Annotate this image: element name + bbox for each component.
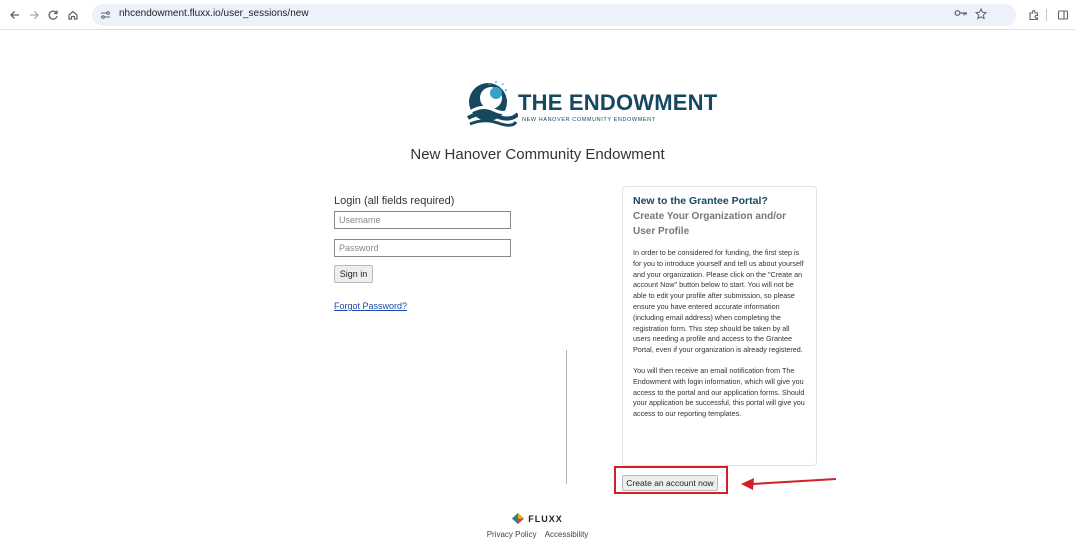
panel-paragraph-1: In order to be considered for funding, t… [633, 248, 804, 355]
logo-title: THE ENDOWMENT [518, 90, 718, 115]
logo-subtitle: NEW HANOVER COMMUNITY ENDOWMENT [522, 117, 656, 123]
annotation-arrow-icon [741, 478, 837, 490]
login-heading: Login (all fields required) [334, 195, 455, 207]
password-input[interactable] [334, 239, 511, 257]
forgot-password-link[interactable]: Forgot Password? [334, 301, 407, 311]
forward-arrow-icon[interactable] [25, 6, 43, 24]
username-input[interactable] [334, 211, 511, 229]
star-icon[interactable] [974, 7, 988, 23]
create-account-button[interactable]: Create an account now [622, 475, 718, 491]
wave-sun-logo-icon [467, 81, 518, 127]
url-text[interactable]: nhcendowment.fluxx.io/user_sessions/new [119, 8, 309, 19]
key-icon[interactable] [954, 8, 968, 21]
vertical-divider [566, 350, 567, 484]
toolbar-separator [1046, 9, 1047, 21]
new-user-panel: New to the Grantee Portal? Create Your O… [622, 186, 817, 466]
side-panel-icon[interactable] [1054, 6, 1072, 24]
endowment-logo: THE ENDOWMENT NEW HANOVER COMMUNITY ENDO… [458, 80, 717, 134]
privacy-policy-link[interactable]: Privacy Policy [487, 530, 537, 539]
tune-icon[interactable] [98, 8, 112, 22]
browser-toolbar: nhcendowment.fluxx.io/user_sessions/new [0, 0, 1075, 30]
accessibility-link[interactable]: Accessibility [545, 530, 589, 539]
fluxx-logo-icon [512, 513, 525, 524]
fluxx-brand: FLUXX [0, 513, 1075, 524]
fluxx-name: FLUXX [528, 513, 563, 524]
panel-paragraph-2: You will then receive an email notificat… [633, 365, 805, 419]
puzzle-icon[interactable] [1025, 6, 1043, 24]
panel-subtitle: Create Your Organization and/or User Pro… [633, 211, 786, 237]
address-bar[interactable]: nhcendowment.fluxx.io/user_sessions/new [92, 4, 1016, 26]
back-arrow-icon[interactable] [6, 6, 24, 24]
footer-links: Privacy Policy Accessibility [0, 530, 1075, 539]
home-icon[interactable] [64, 6, 82, 24]
sign-in-button[interactable]: Sign in [334, 265, 373, 283]
organization-name: New Hanover Community Endowment [410, 146, 665, 163]
panel-title: New to the Grantee Portal? [633, 195, 768, 207]
reload-icon[interactable] [44, 6, 62, 24]
